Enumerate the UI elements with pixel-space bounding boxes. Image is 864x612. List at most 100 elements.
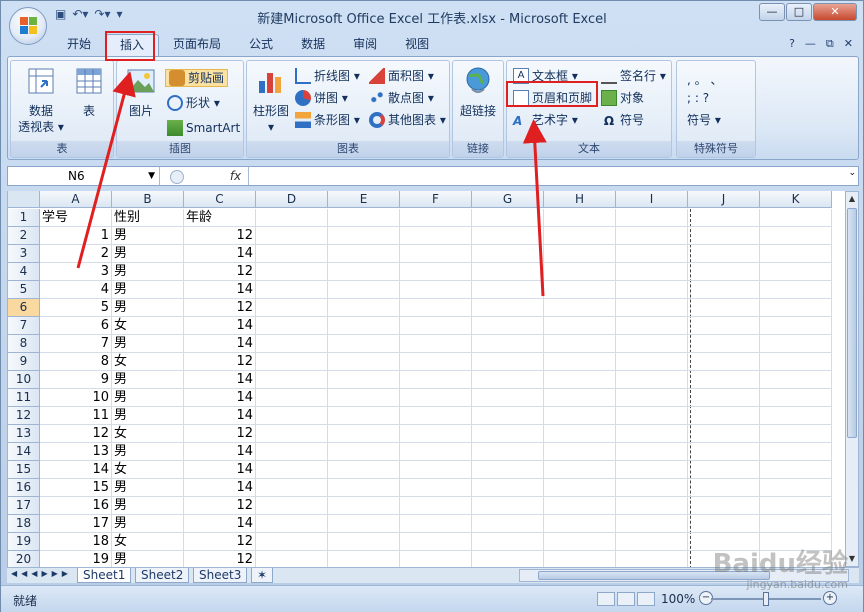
bar-chart-button[interactable]: 条形图 ▾ bbox=[295, 111, 360, 129]
cell-B19[interactable]: 女 bbox=[112, 533, 184, 551]
cell-D8[interactable] bbox=[256, 335, 328, 353]
cell-D17[interactable] bbox=[256, 497, 328, 515]
cell-F13[interactable] bbox=[400, 425, 472, 443]
cell-E12[interactable] bbox=[328, 407, 400, 425]
cell-K12[interactable] bbox=[760, 407, 832, 425]
tab-data[interactable]: 数据 bbox=[287, 34, 339, 56]
normal-view-button[interactable] bbox=[597, 592, 615, 606]
tab-page-layout[interactable]: 页面布局 bbox=[159, 34, 235, 56]
row-header[interactable]: 18 bbox=[8, 515, 40, 533]
cell-D12[interactable] bbox=[256, 407, 328, 425]
cell-A12[interactable]: 11 bbox=[40, 407, 112, 425]
cell-K5[interactable] bbox=[760, 281, 832, 299]
cell-E5[interactable] bbox=[328, 281, 400, 299]
shapes-button[interactable]: 形状 ▾ bbox=[167, 94, 220, 112]
cell-E1[interactable] bbox=[328, 209, 400, 227]
cell-B14[interactable]: 男 bbox=[112, 443, 184, 461]
cell-I11[interactable] bbox=[616, 389, 688, 407]
zoom-in-icon[interactable]: + bbox=[823, 591, 837, 605]
cell-J10[interactable] bbox=[688, 371, 760, 389]
cell-G7[interactable] bbox=[472, 317, 544, 335]
cell-D6[interactable] bbox=[256, 299, 328, 317]
sheet-tab-1[interactable]: Sheet1 bbox=[77, 568, 132, 583]
table-button[interactable]: 表 bbox=[69, 65, 109, 119]
cell-G8[interactable] bbox=[472, 335, 544, 353]
cell-D19[interactable] bbox=[256, 533, 328, 551]
cell-F12[interactable] bbox=[400, 407, 472, 425]
pie-chart-button[interactable]: 饼图 ▾ bbox=[295, 89, 348, 107]
cell-K8[interactable] bbox=[760, 335, 832, 353]
cell-I19[interactable] bbox=[616, 533, 688, 551]
cell-E16[interactable] bbox=[328, 479, 400, 497]
cell-H7[interactable] bbox=[544, 317, 616, 335]
cell-K6[interactable] bbox=[760, 299, 832, 317]
wordart-button[interactable]: A 艺术字 ▾ bbox=[513, 111, 578, 129]
cell-D5[interactable] bbox=[256, 281, 328, 299]
cell-C12[interactable]: 14 bbox=[184, 407, 256, 425]
cell-K3[interactable] bbox=[760, 245, 832, 263]
line-chart-button[interactable]: 折线图 ▾ bbox=[295, 67, 360, 85]
cell-A9[interactable]: 8 bbox=[40, 353, 112, 371]
cell-A3[interactable]: 2 bbox=[40, 245, 112, 263]
row-header[interactable]: 2 bbox=[8, 227, 40, 245]
cell-C11[interactable]: 14 bbox=[184, 389, 256, 407]
row-header[interactable]: 9 bbox=[8, 353, 40, 371]
cell-F11[interactable] bbox=[400, 389, 472, 407]
cell-D15[interactable] bbox=[256, 461, 328, 479]
ribbon-minimize-icon[interactable]: — bbox=[805, 37, 816, 51]
cell-F4[interactable] bbox=[400, 263, 472, 281]
cell-A5[interactable]: 4 bbox=[40, 281, 112, 299]
cell-K7[interactable] bbox=[760, 317, 832, 335]
cell-J3[interactable] bbox=[688, 245, 760, 263]
cell-H1[interactable] bbox=[544, 209, 616, 227]
cell-G12[interactable] bbox=[472, 407, 544, 425]
row-header[interactable]: 14 bbox=[8, 443, 40, 461]
cell-D9[interactable] bbox=[256, 353, 328, 371]
cell-J1[interactable] bbox=[688, 209, 760, 227]
cell-H17[interactable] bbox=[544, 497, 616, 515]
cell-H20[interactable] bbox=[544, 551, 616, 567]
row-header[interactable]: 4 bbox=[8, 263, 40, 281]
cell-C17[interactable]: 12 bbox=[184, 497, 256, 515]
insert-function-button[interactable]: fx bbox=[230, 169, 241, 183]
special-symbol-button[interactable]: 符号 ▾ bbox=[687, 111, 721, 129]
cell-A6[interactable]: 5 bbox=[40, 299, 112, 317]
column-header[interactable]: C bbox=[184, 191, 256, 208]
cell-G17[interactable] bbox=[472, 497, 544, 515]
cell-C13[interactable]: 12 bbox=[184, 425, 256, 443]
cell-A15[interactable]: 14 bbox=[40, 461, 112, 479]
cell-G3[interactable] bbox=[472, 245, 544, 263]
cell-F7[interactable] bbox=[400, 317, 472, 335]
cell-D7[interactable] bbox=[256, 317, 328, 335]
cell-D10[interactable] bbox=[256, 371, 328, 389]
cell-B8[interactable]: 男 bbox=[112, 335, 184, 353]
row-header[interactable]: 3 bbox=[8, 245, 40, 263]
cell-H5[interactable] bbox=[544, 281, 616, 299]
cell-I16[interactable] bbox=[616, 479, 688, 497]
cell-H8[interactable] bbox=[544, 335, 616, 353]
cell-B15[interactable]: 女 bbox=[112, 461, 184, 479]
cell-B13[interactable]: 女 bbox=[112, 425, 184, 443]
cell-G19[interactable] bbox=[472, 533, 544, 551]
cell-D2[interactable] bbox=[256, 227, 328, 245]
cell-F3[interactable] bbox=[400, 245, 472, 263]
column-header[interactable]: A bbox=[40, 191, 112, 208]
cell-A10[interactable]: 9 bbox=[40, 371, 112, 389]
cell-J18[interactable] bbox=[688, 515, 760, 533]
cell-F14[interactable] bbox=[400, 443, 472, 461]
row-header[interactable]: 13 bbox=[8, 425, 40, 443]
other-charts-button[interactable]: 其他图表 ▾ bbox=[369, 111, 446, 129]
cell-I6[interactable] bbox=[616, 299, 688, 317]
picture-button[interactable]: 图片 bbox=[123, 65, 159, 119]
row-header[interactable]: 1 bbox=[8, 209, 40, 227]
formula-splitter-icon[interactable] bbox=[170, 169, 184, 184]
row-header[interactable]: 5 bbox=[8, 281, 40, 299]
row-header[interactable]: 19 bbox=[8, 533, 40, 551]
cell-H12[interactable] bbox=[544, 407, 616, 425]
cell-G15[interactable] bbox=[472, 461, 544, 479]
cell-B11[interactable]: 男 bbox=[112, 389, 184, 407]
cell-I7[interactable] bbox=[616, 317, 688, 335]
column-header[interactable]: I bbox=[616, 191, 688, 208]
cell-A16[interactable]: 15 bbox=[40, 479, 112, 497]
cell-I5[interactable] bbox=[616, 281, 688, 299]
